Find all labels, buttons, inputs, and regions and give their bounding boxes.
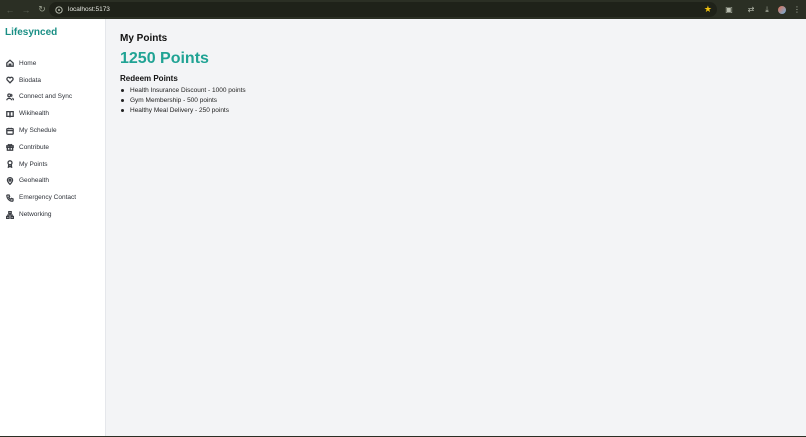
network-icon xyxy=(5,210,14,219)
sidebar-item-label: Home xyxy=(19,59,37,67)
home-icon xyxy=(5,59,14,68)
forward-icon[interactable]: → xyxy=(18,0,34,19)
users-icon xyxy=(5,92,14,101)
sidebar-item-home[interactable]: Home xyxy=(0,55,106,72)
back-icon[interactable]: ← xyxy=(2,0,18,19)
sidebar-item-contribute[interactable]: Contribute xyxy=(0,139,106,156)
list-item: Healthy Meal Delivery - 250 points xyxy=(120,105,246,115)
sidebar-item-geohealth[interactable]: Geohealth xyxy=(0,173,106,190)
bullet xyxy=(121,108,124,112)
address-bar[interactable]: localhost:5173 ★ xyxy=(49,2,717,17)
sidebar-item-label: Emergency Contact xyxy=(19,194,77,202)
list-item: Gym Membership - 500 points xyxy=(120,95,246,105)
award-icon xyxy=(5,160,14,169)
sidebar-item-label: Networking xyxy=(19,211,52,219)
phone-icon xyxy=(5,193,14,202)
page-title: My Points xyxy=(120,33,168,44)
bookmark-star-icon[interactable]: ★ xyxy=(704,4,712,15)
book-icon xyxy=(5,109,14,118)
sidebar-item-label: Contribute xyxy=(19,143,49,151)
url-text[interactable]: localhost:5173 xyxy=(68,6,110,13)
sidebar: Lifesynced Home Biodata Connect and Sync… xyxy=(0,19,106,437)
browser-toolbar: ← → ↻ localhost:5173 ★ ▣ ⇄ ⤓ ⋮ xyxy=(0,0,806,19)
map-pin-icon xyxy=(5,176,14,185)
menu-icon[interactable]: ⋮ xyxy=(790,0,804,19)
extensions-icon[interactable]: ▣ xyxy=(722,0,736,19)
download-icon[interactable]: ⤓ xyxy=(760,0,774,19)
reward-label: Health Insurance Discount - 1000 points xyxy=(130,86,246,94)
gift-icon xyxy=(5,143,14,152)
reward-label: Gym Membership - 500 points xyxy=(130,96,218,104)
sidebar-item-emergency-contact[interactable]: Emergency Contact xyxy=(0,189,106,206)
sidebar-item-my-points[interactable]: My Points xyxy=(0,156,106,173)
sidebar-item-my-schedule[interactable]: My Schedule xyxy=(0,122,106,139)
main-content: My Points 1250 Points Redeem Points Heal… xyxy=(120,33,246,115)
reward-list: Health Insurance Discount - 1000 points … xyxy=(120,85,246,115)
list-item: Health Insurance Discount - 1000 points xyxy=(120,85,246,95)
sidebar-item-label: Biodata xyxy=(19,76,42,84)
sidebar-item-wikihealth[interactable]: Wikihealth xyxy=(0,105,106,122)
calendar-icon xyxy=(5,126,14,135)
reward-label: Healthy Meal Delivery - 250 points xyxy=(130,106,229,114)
translate-icon[interactable]: ⇄ xyxy=(744,0,758,19)
sidebar-item-label: Connect and Sync xyxy=(19,93,73,101)
site-info-icon[interactable] xyxy=(52,2,66,17)
sidebar-item-label: Geohealth xyxy=(19,177,49,185)
app-logo[interactable]: Lifesynced xyxy=(5,27,57,38)
profile-avatar[interactable] xyxy=(775,0,789,19)
points-total: 1250 Points xyxy=(120,50,209,67)
sidebar-item-label: Wikihealth xyxy=(19,110,49,118)
redeem-heading: Redeem Points xyxy=(120,74,178,83)
sidebar-item-biodata[interactable]: Biodata xyxy=(0,72,106,89)
sidebar-item-label: My Points xyxy=(19,160,48,168)
reload-icon[interactable]: ↻ xyxy=(34,0,50,19)
bullet xyxy=(121,88,124,92)
sidebar-item-connect-and-sync[interactable]: Connect and Sync xyxy=(0,89,106,106)
sidebar-item-networking[interactable]: Networking xyxy=(0,206,106,223)
heart-icon xyxy=(5,76,14,85)
sidebar-menu: Home Biodata Connect and Sync Wikihealth… xyxy=(0,55,106,223)
sidebar-item-label: My Schedule xyxy=(19,127,57,135)
bullet xyxy=(121,98,124,102)
